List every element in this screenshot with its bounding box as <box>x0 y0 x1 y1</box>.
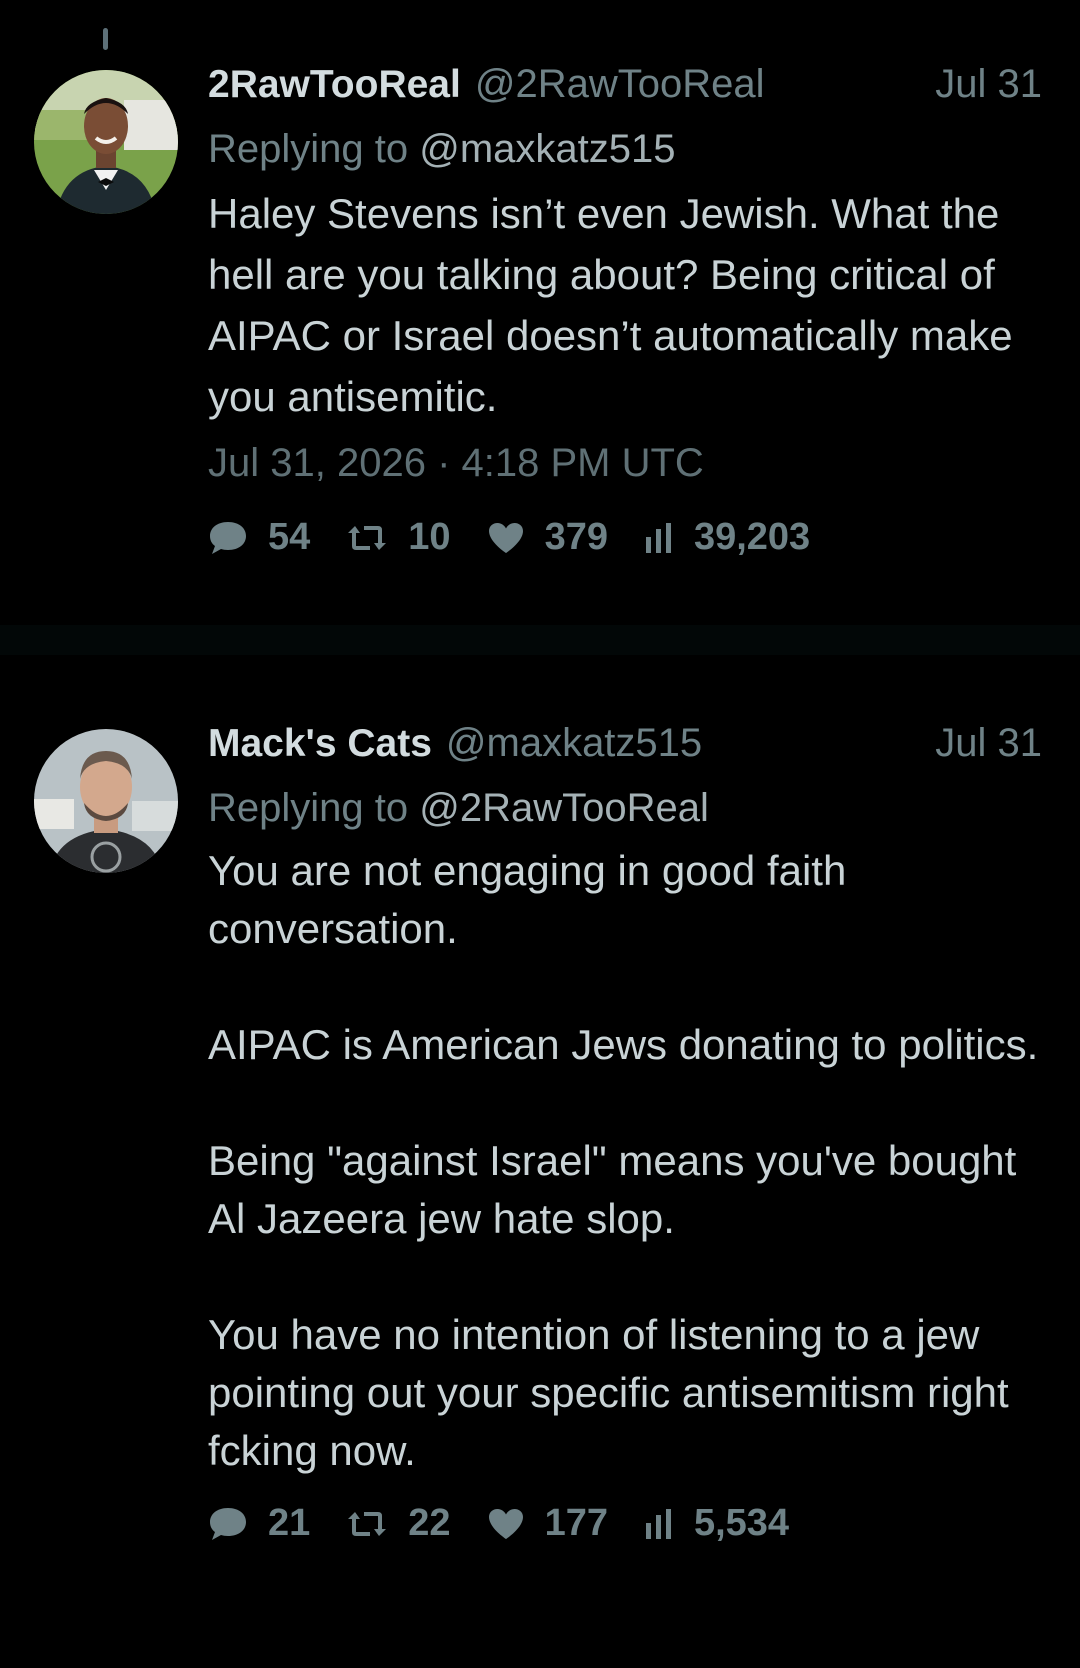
views-button[interactable]: 39,203 <box>644 516 810 559</box>
comment-bubble-icon <box>208 1506 248 1542</box>
reply-count: 54 <box>268 516 311 558</box>
user-handle[interactable]: @2RawTooReal <box>475 62 765 106</box>
avatar-photo-icon <box>34 70 178 214</box>
replying-to-prefix: Replying to <box>208 786 409 830</box>
bar-chart-icon <box>644 522 674 553</box>
display-name[interactable]: Mack's Cats <box>208 722 432 765</box>
avatar-2rawtooreal[interactable] <box>34 70 178 214</box>
avatar-maxkatz515[interactable] <box>34 729 178 873</box>
retweet-icon <box>346 522 388 554</box>
tweet-paragraph: You are not engaging in good faith conve… <box>208 847 847 952</box>
like-count: 379 <box>544 516 608 558</box>
retweet-count: 22 <box>408 1502 451 1544</box>
replying-to: Replying to @2RawTooReal <box>208 779 1042 837</box>
retweet-button[interactable]: 22 <box>346 1502 451 1545</box>
views-count: 5,534 <box>693 1502 790 1544</box>
user-handle[interactable]: @maxkatz515 <box>446 721 702 765</box>
like-button[interactable]: 177 <box>487 1502 608 1545</box>
tweet-text: Haley Stevens isn’t even Jewish. What th… <box>208 183 1042 427</box>
tweet-header: 2RawTooReal @2RawTooReal Jul 31 <box>208 62 1042 120</box>
tweet-text: You are not engaging in good faith conve… <box>208 842 1042 1480</box>
tweet-timestamp[interactable]: Jul 31, 2026 · 4:18 PM UTC <box>208 441 1042 486</box>
tweet-divider <box>0 625 1080 655</box>
replying-to-handle[interactable]: @maxkatz515 <box>419 127 675 171</box>
reply-button[interactable]: 21 <box>208 1502 310 1545</box>
replying-to-handle[interactable]: @2RawTooReal <box>419 786 709 830</box>
display-name[interactable]: 2RawTooReal <box>208 63 461 106</box>
tweet-date[interactable]: Jul 31 <box>935 62 1042 107</box>
avatar-photo-icon <box>34 729 178 873</box>
tweet-maxkatz515[interactable]: Mack's Cats @maxkatz515 Jul 31 Replying t… <box>0 655 1080 1668</box>
tweet-body: Mack's Cats @maxkatz515 Jul 31 Replying t… <box>208 721 1042 1545</box>
retweet-icon <box>346 1508 388 1540</box>
retweet-count: 10 <box>408 516 451 558</box>
replying-to: Replying to @maxkatz515 <box>208 120 1042 178</box>
comment-bubble-icon <box>208 520 248 556</box>
tweet-date[interactable]: Jul 31 <box>935 721 1042 766</box>
bar-chart-icon <box>644 1508 674 1539</box>
views-count: 39,203 <box>693 516 811 558</box>
reply-count: 21 <box>268 1502 311 1544</box>
tweet-paragraph: AIPAC is American Jews donating to polit… <box>208 1021 1039 1068</box>
replying-to-prefix: Replying to <box>208 127 409 171</box>
heart-icon <box>487 1507 525 1541</box>
tweet-stats: 21 22 177 5,534 <box>208 1502 1042 1545</box>
tweet-stats: 54 10 379 39,203 <box>208 516 1042 559</box>
retweet-button[interactable]: 10 <box>346 516 451 559</box>
tweet-header: Mack's Cats @maxkatz515 Jul 31 <box>208 721 1042 779</box>
tweet-paragraph: Haley Stevens isn’t even Jewish. What th… <box>208 190 1013 420</box>
tweet-body: 2RawTooReal @2RawTooReal Jul 31 Replying … <box>208 62 1042 559</box>
heart-icon <box>487 521 525 555</box>
reply-button[interactable]: 54 <box>208 516 310 559</box>
like-count: 177 <box>544 1502 608 1544</box>
tweet-2rawtooreal[interactable]: 2RawTooReal @2RawTooReal Jul 31 Replying … <box>0 0 1080 625</box>
like-button[interactable]: 379 <box>487 516 608 559</box>
views-button[interactable]: 5,534 <box>644 1502 789 1545</box>
tweet-paragraph: You have no intention of listening to a … <box>208 1311 1009 1474</box>
tweet-paragraph: Being "against Israel" means you've boug… <box>208 1137 1017 1242</box>
